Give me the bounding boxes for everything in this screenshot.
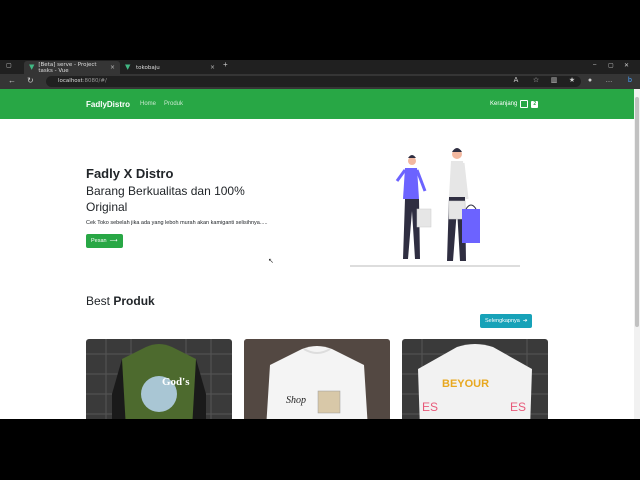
hero-description: Cek Toko sebelah jika ada yang leboh mur… (86, 220, 268, 226)
scrollbar-thumb[interactable] (635, 97, 639, 327)
arrow-right-icon: ⟶ (109, 238, 118, 244)
shopping-bag-icon (520, 100, 529, 108)
nav-link-home[interactable]: Home (140, 101, 156, 107)
favorite-icon[interactable]: ☆ (532, 77, 540, 85)
order-button-label: Pesan (91, 238, 107, 244)
cart-label: Keranjang (490, 101, 518, 107)
mouse-cursor-icon: ↖ (268, 258, 274, 265)
read-aloud-icon[interactable]: A (512, 77, 520, 85)
minimize-icon[interactable]: – (593, 62, 596, 68)
print-text: Shop (286, 395, 306, 406)
product-card-image[interactable]: Shop (244, 339, 390, 419)
bing-icon[interactable]: b (626, 77, 634, 85)
page-viewport: FadlyDistro Home Produk Keranjang 2 Fadl… (0, 89, 634, 419)
browser-tab-project[interactable]: ▼ [Beta] serve - Project tasks - Vue × (24, 61, 120, 74)
nav-link-produk[interactable]: Produk (164, 101, 183, 107)
tab-label: tokobaju (136, 64, 160, 71)
hero-title: Fadly X Distro (86, 166, 174, 181)
best-title-bold: Produk (113, 294, 155, 308)
maximize-icon[interactable]: ▢ (608, 62, 614, 69)
browser-tabstrip: ▢ ▼ [Beta] serve - Project tasks - Vue ×… (0, 60, 640, 74)
address-bar[interactable]: localhost:8080/#/ (46, 76, 581, 87)
hero-subtitle: Barang Berkualitas dan 100% Original (86, 184, 245, 214)
page-scrollbar[interactable] (634, 89, 640, 419)
window-menu-icon[interactable]: ▢ (6, 62, 12, 69)
cart-count-badge: 2 (531, 100, 539, 108)
new-tab-icon[interactable]: + (223, 60, 228, 69)
site-navbar: FadlyDistro Home Produk Keranjang 2 (0, 89, 634, 119)
tab-label: [Beta] serve - Project tasks - Vue (38, 61, 97, 74)
product-card-image[interactable]: BEYOUR ES ES (402, 339, 548, 419)
brand-logo[interactable]: FadlyDistro (86, 100, 130, 109)
favorites-bar-icon[interactable]: ★ (568, 77, 576, 85)
sleeve-print-left: ES (422, 400, 438, 414)
see-more-button[interactable]: Selengkapnya ➔ (480, 314, 533, 328)
more-icon[interactable]: … (605, 77, 613, 85)
arrow-circle-right-icon: ➔ (522, 318, 528, 324)
cart-link[interactable]: Keranjang 2 (490, 100, 539, 108)
profile-icon[interactable]: ● (586, 77, 594, 85)
best-title-prefix: Best (86, 294, 111, 308)
vue-favicon-icon: ▼ (29, 63, 35, 71)
shopping-illustration (350, 148, 520, 267)
sleeve-print-right: ES (510, 400, 526, 414)
tab-close-icon[interactable]: × (210, 64, 215, 71)
product-card-image[interactable]: God's (86, 339, 232, 419)
close-window-icon[interactable]: ✕ (624, 62, 629, 69)
refresh-icon[interactable]: ↻ (27, 77, 34, 85)
browser-tab-tokobaju[interactable]: ▼ tokobaju × (120, 61, 220, 74)
browser-toolbar: ← ↻ localhost:8080/#/ A ☆ ▥ ★ ● … b (0, 74, 640, 89)
order-button[interactable]: Pesan ⟶ (86, 234, 123, 248)
tab-close-icon[interactable]: × (110, 64, 115, 71)
best-products-title: Best Produk (86, 294, 155, 308)
see-more-label: Selengkapnya (485, 318, 520, 324)
back-icon[interactable]: ← (8, 77, 16, 85)
vue-favicon-icon: ▼ (125, 63, 131, 71)
print-text: BEYOUR (442, 378, 489, 390)
split-screen-icon[interactable]: ▥ (550, 77, 558, 85)
print-text: God's (162, 376, 190, 388)
url-host: localhost (58, 78, 83, 84)
url-path: :8080/#/ (82, 78, 107, 84)
